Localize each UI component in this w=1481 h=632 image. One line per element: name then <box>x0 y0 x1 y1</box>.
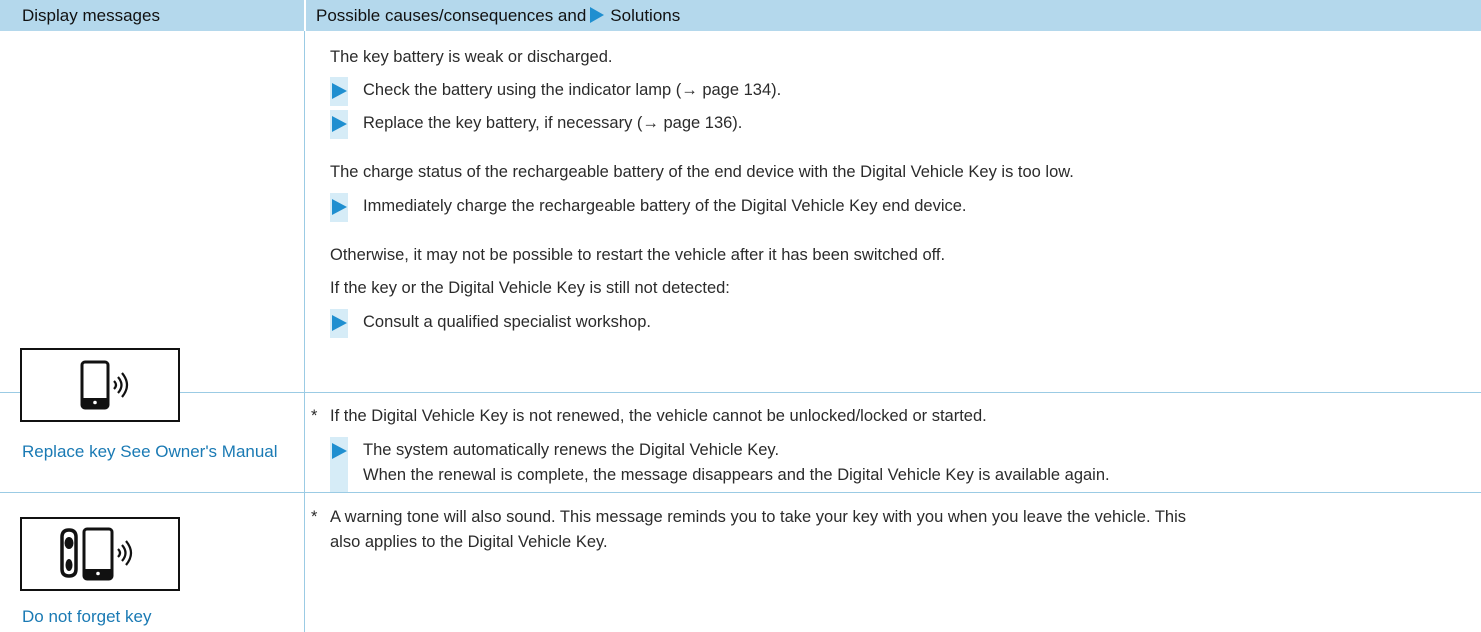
display-message-icon-frame <box>20 348 180 422</box>
phone-wireless-icon <box>80 360 129 410</box>
key-phone-wireless-icon <box>60 527 133 581</box>
solution-text: The system automatically renews the Digi… <box>363 441 780 459</box>
solution-text: Check the battery using the indicator la… <box>363 81 782 99</box>
header-display-messages: Display messages <box>22 6 160 25</box>
column-divider <box>304 31 305 632</box>
solution-text: Consult a qualified specialist workshop. <box>363 313 651 331</box>
header-causes-label: Possible causes/consequences and <box>316 6 587 25</box>
display-messages-table: Display messages Possible causes/consequ… <box>0 0 1481 632</box>
solution-arrow-icon <box>330 193 348 222</box>
display-message-icon-frame <box>20 517 180 591</box>
cause-text: also applies to the Digital Vehicle Key. <box>330 533 608 551</box>
display-message-label: Replace key See Owner's Manual <box>22 442 278 461</box>
solution-arrow-icon <box>330 309 348 338</box>
cause-text: If the Digital Vehicle Key is not renewe… <box>330 407 987 425</box>
solution-text: Immediately charge the rechargeable batt… <box>363 197 967 215</box>
solution-arrow-icon <box>590 7 605 23</box>
header-causes-solutions: Possible causes/consequences and Solution… <box>316 0 680 31</box>
solution-text: When the renewal is complete, the messag… <box>363 466 1110 484</box>
consequence-text: Otherwise, it may not be possible to res… <box>330 246 946 264</box>
solution-arrow-icon <box>330 110 348 139</box>
display-message-label: Do not forget key <box>22 607 152 626</box>
solution-arrow-icon <box>330 77 348 106</box>
solution-arrow-icon <box>330 437 348 492</box>
footnote-asterisk: * <box>311 508 318 526</box>
header-solutions-label: Solutions <box>610 6 681 25</box>
table-header: Display messages Possible causes/consequ… <box>0 0 1481 31</box>
row-divider <box>0 392 1481 393</box>
cause-text: The charge status of the rechargeable ba… <box>330 163 1074 181</box>
cause-text: A warning tone will also sound. This mes… <box>330 508 1187 526</box>
row-divider <box>0 492 1481 493</box>
header-divider <box>304 0 306 31</box>
cause-text: The key battery is weak or discharged. <box>330 48 613 66</box>
condition-text: If the key or the Digital Vehicle Key is… <box>330 279 730 297</box>
footnote-asterisk: * <box>311 407 318 425</box>
solution-text: Replace the key battery, if necessary (→… <box>363 114 743 132</box>
